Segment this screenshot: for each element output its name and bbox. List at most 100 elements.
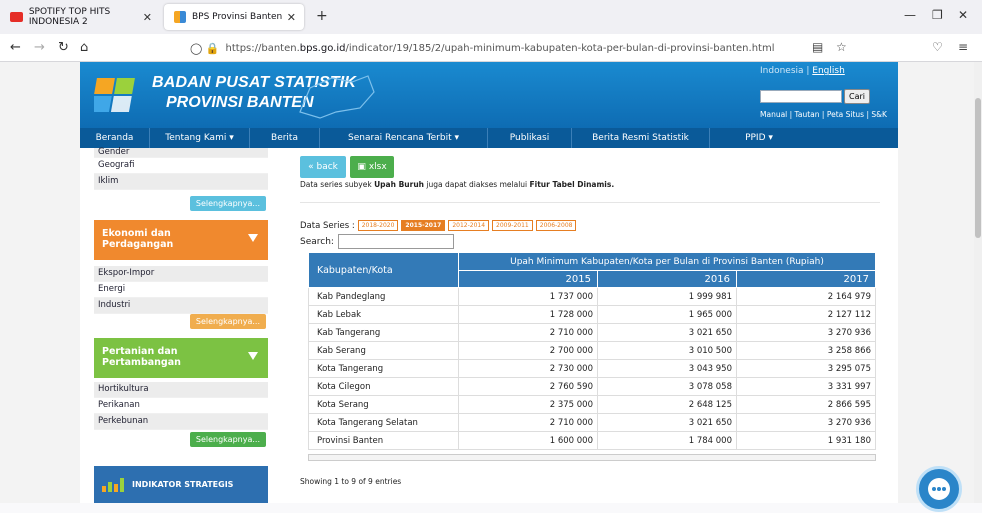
cell-value: 3 021 650 — [597, 323, 737, 342]
series-2018-2020[interactable]: 2018-2020 — [357, 220, 399, 231]
data-series-selector: Data Series : 2018-2020 2015-2017 2012-2… — [300, 220, 577, 231]
col-year[interactable]: 2015 — [458, 270, 598, 288]
menu-beranda[interactable]: Beranda — [80, 128, 150, 148]
cari-button[interactable]: Cari — [844, 89, 870, 104]
ump-table: Kabupaten/Kota Upah Minimum Kabupaten/Ko… — [308, 252, 876, 450]
close-window-icon[interactable]: ✕ — [958, 8, 968, 22]
language-switch[interactable]: Indonesia | English — [760, 66, 845, 76]
cell-value: 1 737 000 — [458, 287, 598, 306]
cell-value: 3 295 075 — [736, 359, 876, 378]
sidebar-item[interactable]: Hortikultura — [94, 382, 268, 398]
url-prefix: https://banten. — [225, 42, 300, 54]
tab-bps[interactable]: BPS Provinsi Banten ✕ — [164, 4, 304, 30]
table-row: Provinsi Banten 1 600 000 1 784 000 1 931 1… — [308, 431, 876, 450]
pocket-icon[interactable]: ♡ — [932, 40, 943, 54]
bar-chart-icon — [102, 478, 124, 492]
col-year[interactable]: 2017 — [736, 270, 876, 288]
back-arrow-icon[interactable]: ← — [10, 40, 21, 55]
table-horizontal-scrollbar[interactable] — [308, 454, 876, 461]
sidebar-item[interactable]: Gender — [94, 148, 268, 158]
cell-region: Kota Tangerang Selatan — [308, 413, 459, 432]
cell-value: 3 021 650 — [597, 413, 737, 432]
sidebar-item[interactable]: Iklim — [94, 174, 268, 190]
cell-region: Kota Tangerang — [308, 359, 459, 378]
menu-publikasi[interactable]: Publikasi — [488, 128, 572, 148]
menu-tentang[interactable]: Tentang Kami ▾ — [150, 128, 250, 148]
cell-region: Provinsi Banten — [308, 431, 459, 450]
browser-navbar: ← → ↻ ⌂ ◯ 🔒 https://banten. bps.go.id/ind… — [0, 34, 982, 62]
restore-icon[interactable]: ❐ — [932, 8, 943, 22]
col-kabupaten[interactable]: Kabupaten/Kota — [308, 252, 459, 288]
header-links[interactable]: Manual | Tautan | Peta Situs | S&K — [760, 110, 887, 119]
cell-value: 3 043 950 — [597, 359, 737, 378]
page-scrollbar[interactable] — [974, 62, 982, 503]
tab-label: BPS Provinsi Banten — [192, 12, 283, 22]
bps-favicon-icon — [174, 11, 186, 23]
series-2015-2017[interactable]: 2015-2017 — [401, 220, 446, 231]
sidebar-item[interactable]: Geografi — [94, 158, 268, 174]
series-2012-2014[interactable]: 2012-2014 — [448, 220, 490, 231]
url-bar[interactable]: ◯ 🔒 https://banten. bps.go.id/indicator/1… — [190, 37, 850, 59]
table-row: Kab Lebak 1 728 000 1 965 000 2 127 112 — [308, 305, 876, 324]
youtube-icon — [10, 12, 23, 22]
forward-arrow-icon[interactable]: → — [34, 40, 45, 55]
cell-region: Kota Cilegon — [308, 377, 459, 396]
cell-value: 1 728 000 — [458, 305, 598, 324]
cell-region: Kota Serang — [308, 395, 459, 414]
close-tab-icon[interactable]: ✕ — [287, 11, 296, 24]
header-search-input[interactable] — [760, 90, 842, 103]
cell-value: 1 965 000 — [597, 305, 737, 324]
cell-value: 3 331 997 — [736, 377, 876, 396]
table-search: Search: — [300, 234, 454, 249]
indikator-strategis-banner[interactable]: INDIKATOR STRATEGIS — [94, 466, 268, 503]
menu-berita[interactable]: Berita — [250, 128, 320, 148]
shield-lock-icon: ◯ 🔒 — [190, 41, 220, 55]
category-ekonomi[interactable]: Ekonomi dan Perdagangan — [94, 220, 268, 260]
home-icon[interactable]: ⌂ — [80, 40, 88, 55]
scrollbar-thumb[interactable] — [975, 98, 981, 238]
tab-label: SPOTIFY TOP HITS INDONESIA 2 — [28, 7, 111, 27]
col-year[interactable]: 2016 — [597, 270, 737, 288]
xlsx-button[interactable]: ▣ xlsx — [350, 156, 394, 178]
english-link[interactable]: English — [812, 66, 845, 76]
sidebar-item[interactable]: Perikanan — [94, 398, 268, 414]
site-wrapper: BADAN PUSAT STATISTIK PROVINSI BANTEN In… — [80, 62, 898, 503]
sidebar: Gender Geografi Iklim Selengkapnya... Ek… — [94, 148, 268, 503]
more-button[interactable]: Selengkapnya... — [189, 432, 266, 447]
main-content: « back ▣ xlsx Data series subyek Upah Bur… — [300, 148, 880, 503]
menu-brs[interactable]: Berita Resmi Statistik — [572, 128, 710, 148]
series-2009-2011[interactable]: 2009-2011 — [492, 220, 533, 231]
page-viewport: BADAN PUSAT STATISTIK PROVINSI BANTEN In… — [0, 62, 982, 503]
sidebar-item[interactable]: Energi — [94, 282, 268, 298]
series-2006-2008[interactable]: 2006-2008 — [535, 220, 577, 231]
bookmark-star-icon[interactable]: ☆ — [836, 40, 847, 54]
sidebar-item[interactable]: Industri — [94, 298, 268, 314]
cell-value: 1 931 180 — [736, 431, 876, 450]
new-tab-icon[interactable]: + — [316, 8, 328, 24]
info-text: Data series subyek Upah Buruh juga dapat… — [300, 180, 615, 189]
close-tab-icon[interactable]: ✕ — [143, 11, 152, 24]
menu-senarai[interactable]: Senarai Rencana Terbit ▾ — [320, 128, 488, 148]
table-row: Kota Serang 2 375 000 2 648 125 2 866 595 — [308, 395, 876, 414]
tab-spotify[interactable]: SPOTIFY TOP HITS INDONESIA 2 ✕ — [0, 4, 160, 30]
more-button[interactable]: Selengkapnya... — [189, 196, 266, 211]
sidebar-item[interactable]: Perkebunan — [94, 414, 268, 430]
sidebar-top-list: Gender Geografi Iklim — [94, 148, 268, 190]
menu-hamburger-icon[interactable]: ≡ — [958, 40, 968, 54]
chat-widget-icon[interactable] — [916, 466, 962, 512]
cell-region: Kab Tangerang — [308, 323, 459, 342]
more-button[interactable]: Selengkapnya... — [189, 314, 266, 329]
category-pertanian[interactable]: Pertanian dan Pertambangan — [94, 338, 268, 378]
cell-region: Kab Serang — [308, 341, 459, 360]
sidebar-item[interactable]: Ekspor-Impor — [94, 266, 268, 282]
minimize-icon[interactable]: — — [904, 8, 916, 22]
back-button[interactable]: « back — [300, 156, 346, 178]
cell-value: 2 730 000 — [458, 359, 598, 378]
reload-icon[interactable]: ↻ — [58, 40, 69, 55]
cell-value: 2 760 590 — [458, 377, 598, 396]
table-search-input[interactable] — [337, 234, 454, 249]
tabel-dinamis-link[interactable]: Fitur Tabel Dinamis. — [530, 180, 615, 189]
cell-value: 1 784 000 — [597, 431, 737, 450]
reader-view-icon[interactable]: ▤ — [812, 40, 823, 54]
menu-ppid[interactable]: PPID ▾ — [710, 128, 808, 148]
